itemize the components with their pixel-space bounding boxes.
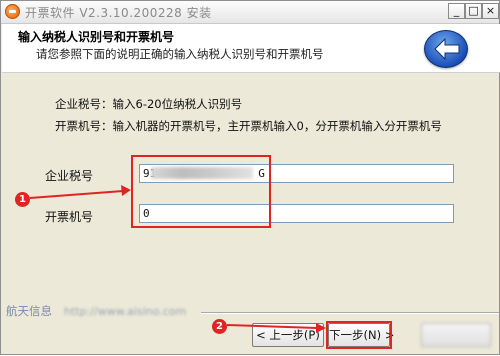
inputs-highlight-box <box>131 155 271 228</box>
footer-divider <box>201 312 499 314</box>
close-button[interactable]: × <box>482 3 499 19</box>
maximize-button[interactable]: □ <box>465 3 482 19</box>
wizard-header: 输入纳税人识别号和开票机号 请您参照下面的说明正确的输入纳税人识别号和开票机号 <box>2 24 500 73</box>
cancel-button[interactable] <box>421 323 491 347</box>
step-subtitle: 请您参照下面的说明正确的输入纳税人识别号和开票机号 <box>36 47 324 61</box>
next-highlight-box <box>326 321 392 349</box>
company-url: http://www.aisino.com <box>64 305 187 318</box>
title-bar: 开票软件 V2.3.10.200228 安装 _ □ × <box>1 1 499 24</box>
annotation-marker-2: 2 <box>212 319 227 334</box>
installer-window: 开票软件 V2.3.10.200228 安装 _ □ × 输入纳税人识别号和开票… <box>0 0 500 355</box>
machine-no-instruction: 开票机号：输入机器的开票机号，主开票机输入0，分开票机输入分开票机号 <box>55 119 442 133</box>
app-logo-icon <box>5 4 20 19</box>
tax-id-instruction: 企业税号：输入6-20位纳税人识别号 <box>55 97 243 111</box>
back-arrow-icon <box>424 30 468 68</box>
step-title: 输入纳税人识别号和开票机号 <box>18 30 175 44</box>
company-name: 航天信息 <box>6 304 52 318</box>
tax-id-label: 企业税号 <box>45 169 94 183</box>
annotation-marker-1: 1 <box>15 192 30 207</box>
machine-no-label: 开票机号 <box>45 210 94 224</box>
previous-button[interactable]: < 上一步(P) <box>252 323 324 347</box>
minimize-button[interactable]: _ <box>448 3 465 19</box>
window-title: 开票软件 V2.3.10.200228 安装 <box>25 6 212 20</box>
